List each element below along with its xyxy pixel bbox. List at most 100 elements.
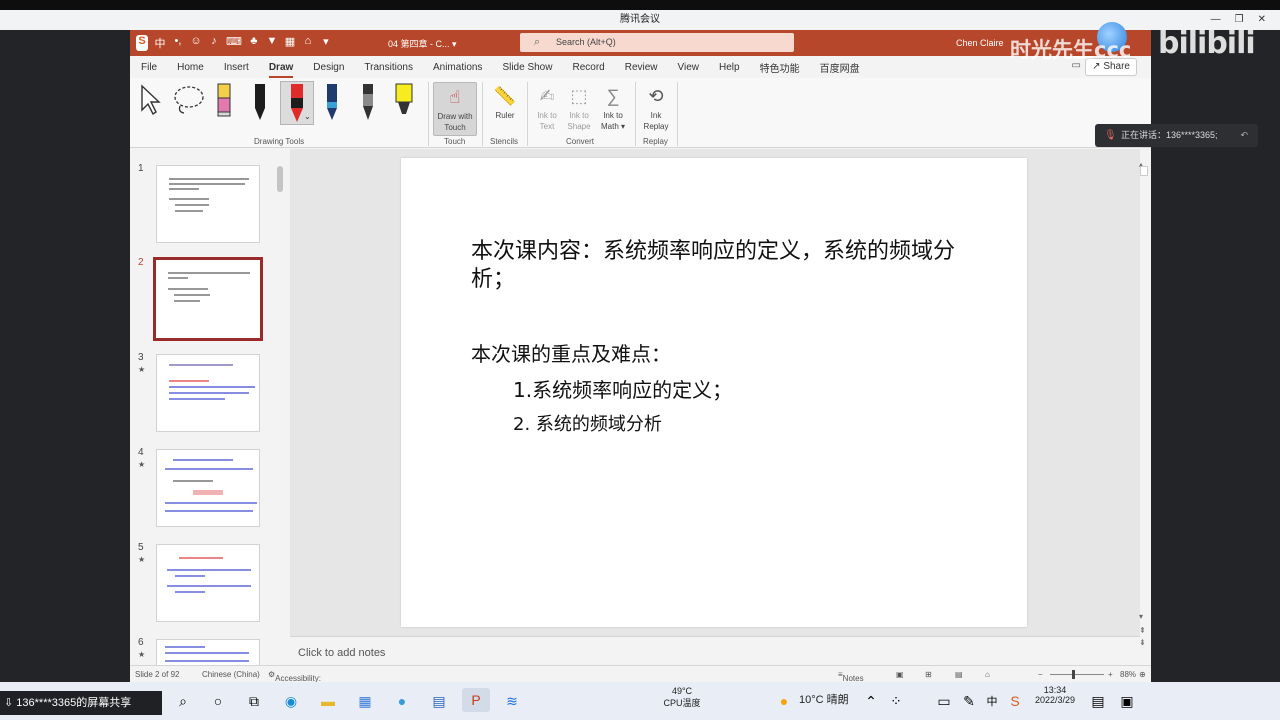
black-pen-icon[interactable]: [250, 82, 270, 122]
slide-thumbnail-5[interactable]: [156, 544, 260, 622]
network-icon[interactable]: ⁘: [887, 692, 905, 710]
powerpoint-taskbar-icon[interactable]: P: [462, 688, 490, 712]
zoom-out-icon[interactable]: −: [1038, 670, 1043, 679]
slide-thumbnail-3[interactable]: [156, 354, 260, 432]
tab-animations[interactable]: Animations: [433, 62, 482, 73]
current-slide[interactable]: 本次课内容：系统频率响应的定义，系统的频域分析； 本次课的重点及难点： 1.系统…: [401, 158, 1027, 627]
weather-sun-icon[interactable]: ●: [775, 692, 793, 710]
tab-insert[interactable]: Insert: [224, 62, 249, 73]
pen-tray-icon[interactable]: ✎: [960, 692, 978, 710]
pen-options-chevron-icon[interactable]: ⌄: [304, 112, 311, 121]
highlighter-icon[interactable]: [392, 82, 416, 122]
tab-home[interactable]: Home: [177, 62, 204, 73]
galaxy-pen-icon[interactable]: [322, 82, 342, 122]
select-arrow-icon[interactable]: [138, 84, 164, 116]
edge-browser-icon[interactable]: ◉: [282, 692, 300, 710]
language-indicator[interactable]: Chinese (China): [202, 670, 260, 679]
tab-slide-show[interactable]: Slide Show: [502, 62, 552, 73]
cortana-icon[interactable]: ○: [209, 692, 227, 710]
tab-special-features[interactable]: 特色功能: [760, 60, 800, 75]
slide-thumbnail-1[interactable]: [156, 165, 260, 243]
slide-content-line[interactable]: 本次课内容：系统频率响应的定义，系统的频域分析；: [471, 238, 971, 294]
zoom-slider[interactable]: [1050, 670, 1104, 679]
slide-scrollbar[interactable]: ▴ ▾ ⇞ ⇟: [1138, 160, 1149, 660]
tab-design[interactable]: Design: [313, 62, 344, 73]
scrollbar-thumb[interactable]: [277, 166, 283, 192]
search-icon[interactable]: ⌕: [174, 692, 192, 710]
slide-list-item-2[interactable]: 2. 系统的频域分析: [513, 410, 662, 436]
scrollbar-thumb[interactable]: [1140, 166, 1148, 176]
ime-chinese-icon[interactable]: 中: [154, 35, 166, 51]
notes-app-icon[interactable]: ▤: [430, 692, 448, 710]
collapse-icon[interactable]: ↶: [1240, 124, 1248, 147]
next-slide-icon[interactable]: ⇟: [1139, 638, 1146, 647]
draw-with-touch-button[interactable]: ☝ Draw with Touch: [433, 82, 477, 136]
tab-baidu-netdisk[interactable]: 百度网盘: [820, 60, 860, 75]
normal-view-icon[interactable]: ▣: [896, 670, 904, 679]
eraser-icon[interactable]: [214, 82, 234, 120]
zoom-level[interactable]: 88%: [1120, 670, 1136, 679]
cpu-temperature: 49°C CPU温度: [663, 686, 701, 708]
notification-icon[interactable]: ▤: [1089, 692, 1107, 710]
emoji-icon[interactable]: ☺: [190, 35, 202, 51]
ink-to-math-button[interactable]: ∑ Ink to Math ▾: [596, 82, 630, 132]
reading-view-icon[interactable]: ▤: [955, 670, 963, 679]
slide-sorter-icon[interactable]: ⊞: [925, 670, 932, 679]
slide-thumbnail-4[interactable]: [156, 449, 260, 527]
draw-ribbon: ⌄ Drawing Tools ☝ Draw with Touch Touch …: [130, 78, 1151, 148]
tab-review[interactable]: Review: [625, 62, 658, 73]
mic-icon[interactable]: ♪: [208, 35, 220, 51]
battery-icon[interactable]: ▭: [935, 692, 953, 710]
lasso-select-icon[interactable]: [172, 84, 206, 116]
ribbon-separator: [527, 82, 528, 146]
fit-to-window-icon[interactable]: ⊕: [1139, 670, 1146, 679]
presentation-icon[interactable]: ⌂: [302, 35, 314, 51]
zoom-slider-knob[interactable]: [1072, 670, 1075, 679]
notes-pane[interactable]: Click to add notes: [290, 636, 1140, 666]
tencent-meeting-icon[interactable]: ≋: [503, 692, 521, 710]
tab-transitions[interactable]: Transitions: [364, 62, 413, 73]
ruler-button[interactable]: 📏 Ruler: [488, 82, 522, 121]
weather-text[interactable]: 10°C 晴朗: [799, 691, 849, 707]
store-icon[interactable]: ▦: [356, 692, 374, 710]
slideshow-view-icon[interactable]: ⌂: [985, 670, 990, 679]
document-name[interactable]: 04 第四章 - C... ▾: [388, 37, 457, 50]
file-explorer-icon[interactable]: ▬: [319, 692, 337, 710]
ink-to-text-button[interactable]: ✍ Ink to Text: [532, 82, 562, 132]
search-input[interactable]: ⌕ Search (Alt+Q): [520, 33, 794, 52]
account-name[interactable]: Chen Claire: [956, 38, 1004, 48]
tab-record[interactable]: Record: [572, 62, 604, 73]
close-icon[interactable]: ✕: [1258, 10, 1266, 30]
ink-to-shape-button[interactable]: ⬚ Ink to Shape: [563, 82, 595, 132]
tab-file[interactable]: File: [141, 62, 157, 73]
grid-icon[interactable]: ▦: [284, 35, 296, 51]
tray-chevron-icon[interactable]: ⌃: [862, 692, 880, 710]
qat-dropdown-icon[interactable]: ▾: [320, 35, 332, 51]
sogou-ime-icon[interactable]: S: [136, 35, 148, 51]
previous-slide-icon[interactable]: ⇞: [1139, 626, 1146, 635]
action-center-icon[interactable]: ▣: [1118, 692, 1136, 710]
app-globe-icon[interactable]: ●: [393, 692, 411, 710]
slide-thumbnail-2-selected[interactable]: [153, 257, 263, 341]
tab-view[interactable]: View: [678, 62, 700, 73]
slide-list-item-1[interactable]: 1.系统频率响应的定义；: [513, 374, 732, 403]
task-view-icon[interactable]: ⧉: [245, 692, 263, 710]
slide-key-points-heading[interactable]: 本次课的重点及难点：: [471, 338, 671, 367]
keyboard-icon[interactable]: ⌨: [226, 35, 242, 51]
ime-indicator[interactable]: 中: [983, 692, 1001, 710]
tab-draw[interactable]: Draw: [268, 62, 294, 78]
notes-toggle[interactable]: ≡ Notes: [838, 670, 864, 682]
punctuation-icon[interactable]: •,: [172, 35, 184, 51]
sogou-tray-icon[interactable]: S: [1006, 692, 1024, 710]
clock[interactable]: 13:34 2022/3/29: [1030, 685, 1080, 705]
shirt-icon[interactable]: ▼: [266, 35, 278, 51]
ink-replay-button[interactable]: ⟲ Ink Replay: [640, 82, 672, 132]
skin-icon[interactable]: ♣: [248, 35, 260, 51]
accessibility-status[interactable]: ⚙ Accessibility: Unavailable: [268, 670, 321, 682]
pencil-icon[interactable]: [358, 82, 378, 122]
status-bar: Slide 2 of 92 Chinese (China) ⚙ Accessib…: [130, 665, 1151, 682]
zoom-in-icon[interactable]: +: [1108, 670, 1113, 679]
scroll-down-icon[interactable]: ▾: [1139, 612, 1143, 621]
tab-help[interactable]: Help: [719, 62, 740, 73]
thumbnail-scrollbar[interactable]: [276, 162, 284, 662]
